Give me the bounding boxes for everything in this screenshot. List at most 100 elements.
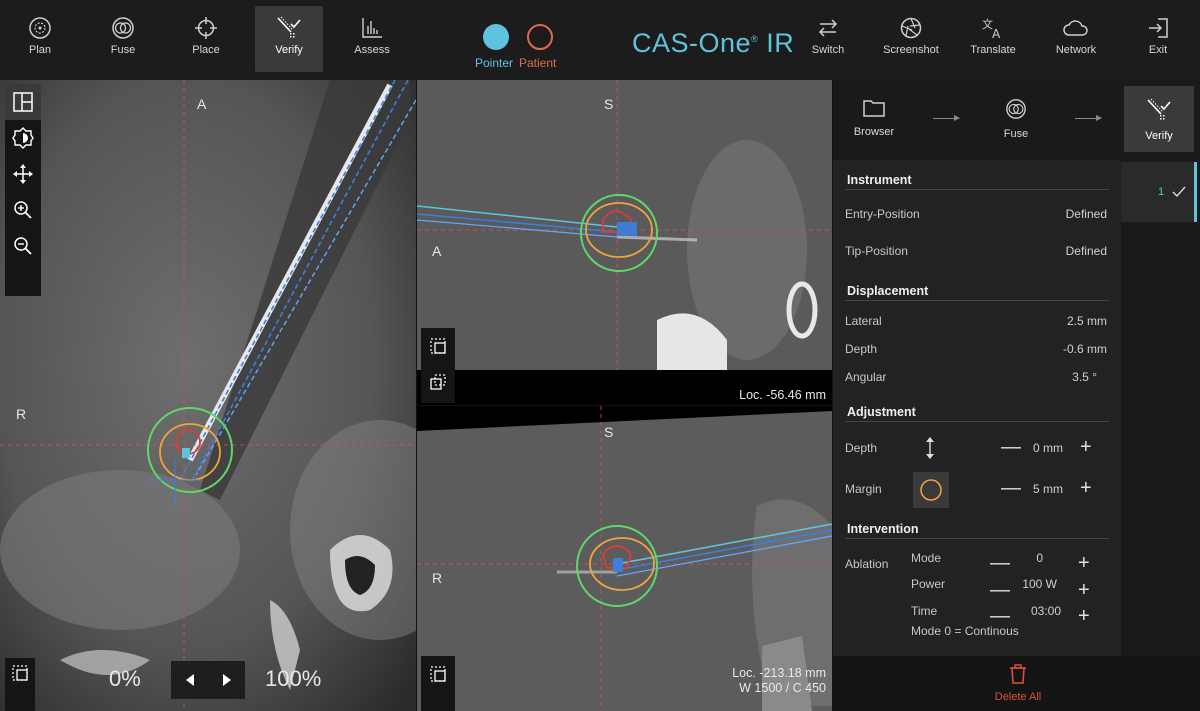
adjustment-title: Adjustment xyxy=(847,405,916,419)
axial-view[interactable]: A R xyxy=(0,80,416,711)
mode-increase[interactable]: + xyxy=(1078,553,1090,573)
cloud-icon xyxy=(1063,20,1088,36)
adjustment-depth-value: 0 mm xyxy=(1033,441,1063,455)
mode-value: 0 xyxy=(1036,551,1043,565)
coronal-corner-tools xyxy=(421,328,455,403)
mode-label: Mode xyxy=(911,551,942,565)
fuse-button[interactable]: Fuse xyxy=(89,6,157,72)
switch-label: Switch xyxy=(811,44,845,56)
coronal-left-label: A xyxy=(432,243,442,259)
mode-decrease[interactable]: — xyxy=(990,553,1010,573)
margin-label: Margin xyxy=(845,482,882,496)
swap-arrows-icon xyxy=(818,19,838,37)
select-region-icon xyxy=(430,338,446,354)
place-label: Place xyxy=(192,44,220,56)
brand-suffix: IR xyxy=(766,28,795,58)
aperture-icon xyxy=(900,17,922,39)
coronal-view[interactable]: S A Loc. -56.46 mm xyxy=(417,80,832,405)
fuse-circles-icon xyxy=(1006,99,1026,119)
time-label: Time xyxy=(911,604,938,618)
plan-label: Plan xyxy=(28,44,52,56)
axial-select-tool[interactable] xyxy=(5,658,35,688)
power-decrease[interactable]: — xyxy=(990,580,1010,600)
bar-chart-icon xyxy=(362,18,382,38)
patient-label: Patient xyxy=(519,56,557,70)
place-button[interactable]: Place xyxy=(172,6,240,72)
prev-slice-icon[interactable] xyxy=(184,673,196,687)
margin-increase[interactable]: + xyxy=(1080,478,1092,498)
coronal-top-label: S xyxy=(604,96,614,112)
entry-position-label: Entry-Position xyxy=(845,207,920,221)
margin-decrease[interactable]: — xyxy=(1001,478,1021,498)
sagittal-window-level: W 1500 / C 450 xyxy=(739,681,826,695)
coronal-select-tool[interactable] xyxy=(421,328,455,364)
verify-button[interactable]: Verify xyxy=(255,6,323,72)
step-number: 1 xyxy=(1158,186,1165,198)
translate-button[interactable]: 文 A Translate xyxy=(959,6,1027,72)
fuse-label: Fuse xyxy=(110,44,136,56)
zoom-out-tool[interactable] xyxy=(5,228,41,264)
brightness-tool[interactable] xyxy=(5,120,41,156)
brightness-icon xyxy=(12,127,34,149)
adjustment-depth-decrease[interactable]: — xyxy=(1001,437,1021,457)
workflow-fuse-label: Fuse xyxy=(1003,128,1029,140)
exit-button[interactable]: Exit xyxy=(1124,6,1192,72)
margin-value: 5 mm xyxy=(1033,482,1063,496)
next-slice-icon[interactable] xyxy=(221,673,233,687)
zoom-in-tool[interactable] xyxy=(5,192,41,228)
workflow-browser-label: Browser xyxy=(853,126,895,138)
sagittal-select-tool[interactable] xyxy=(421,656,455,692)
power-increase[interactable]: + xyxy=(1078,580,1090,600)
time-decrease[interactable]: — xyxy=(990,606,1010,626)
instrument-title: Instrument xyxy=(847,173,912,187)
properties-panel: Instrument Entry-Position Defined Tip-Po… xyxy=(833,160,1121,711)
exit-icon xyxy=(1149,18,1168,38)
plan-button[interactable]: Plan xyxy=(6,6,74,72)
depth-displacement-value: -0.6 mm xyxy=(1062,342,1107,356)
tip-position-value: Defined xyxy=(1065,244,1107,258)
step-item[interactable]: 1 xyxy=(1121,162,1197,222)
adjustment-depth-label: Depth xyxy=(845,441,878,455)
mode-note: Mode 0 = Continous xyxy=(911,624,1019,638)
coronal-location: Loc. -56.46 mm xyxy=(739,388,826,402)
screenshot-button[interactable]: Screenshot xyxy=(876,6,946,72)
top-toolbar: Plan Fuse Place Verify Assess Pointer Pa… xyxy=(0,0,1200,80)
select-region-icon xyxy=(430,666,446,682)
switch-button[interactable]: Switch xyxy=(794,6,862,72)
patient-indicator xyxy=(527,24,553,50)
adjustment-depth-increase[interactable]: + xyxy=(1080,437,1092,457)
slice-navigator xyxy=(171,661,245,699)
assess-button[interactable]: Assess xyxy=(338,6,406,72)
sagittal-left-label: R xyxy=(432,570,443,586)
crosshair-icon xyxy=(195,17,217,39)
divider xyxy=(845,538,1109,539)
time-increase[interactable]: + xyxy=(1078,606,1090,626)
workflow-browser[interactable]: Browser xyxy=(839,86,909,152)
sagittal-view[interactable]: S R Loc. -213.18 mm W 1500 / C 450 xyxy=(417,406,832,711)
time-value: 03:00 xyxy=(1030,604,1061,618)
displacement-title: Displacement xyxy=(847,284,929,298)
pan-tool[interactable] xyxy=(5,156,41,192)
vertical-arrows-icon xyxy=(926,437,934,459)
layout-tool[interactable] xyxy=(5,84,41,120)
fuse-circles-icon xyxy=(112,17,134,39)
power-value: 100 W xyxy=(1022,577,1057,591)
coronal-crop-tool[interactable] xyxy=(421,364,455,400)
tip-position-label: Tip-Position xyxy=(845,244,908,258)
move-arrows-icon xyxy=(13,164,33,184)
crop-region-icon xyxy=(430,374,446,390)
intervention-title: Intervention xyxy=(847,522,919,536)
divider xyxy=(845,189,1109,190)
right-panel: Browser Fuse Verify Instrument Entry-Pos… xyxy=(833,80,1200,711)
workflow-fuse[interactable]: Fuse xyxy=(981,86,1051,152)
brand-mark: ® xyxy=(751,34,759,44)
margin-shape-button[interactable] xyxy=(913,472,949,508)
workflow-arrow xyxy=(933,115,960,121)
assess-label: Assess xyxy=(354,44,390,56)
angular-value: 3.5 ° xyxy=(1072,370,1097,384)
delete-all-button[interactable]: Delete All xyxy=(978,664,1058,711)
network-button[interactable]: Network xyxy=(1042,6,1110,72)
axial-ct-image xyxy=(0,80,416,711)
margin-circle-icon xyxy=(920,479,942,501)
workflow-verify[interactable]: Verify xyxy=(1124,86,1194,152)
